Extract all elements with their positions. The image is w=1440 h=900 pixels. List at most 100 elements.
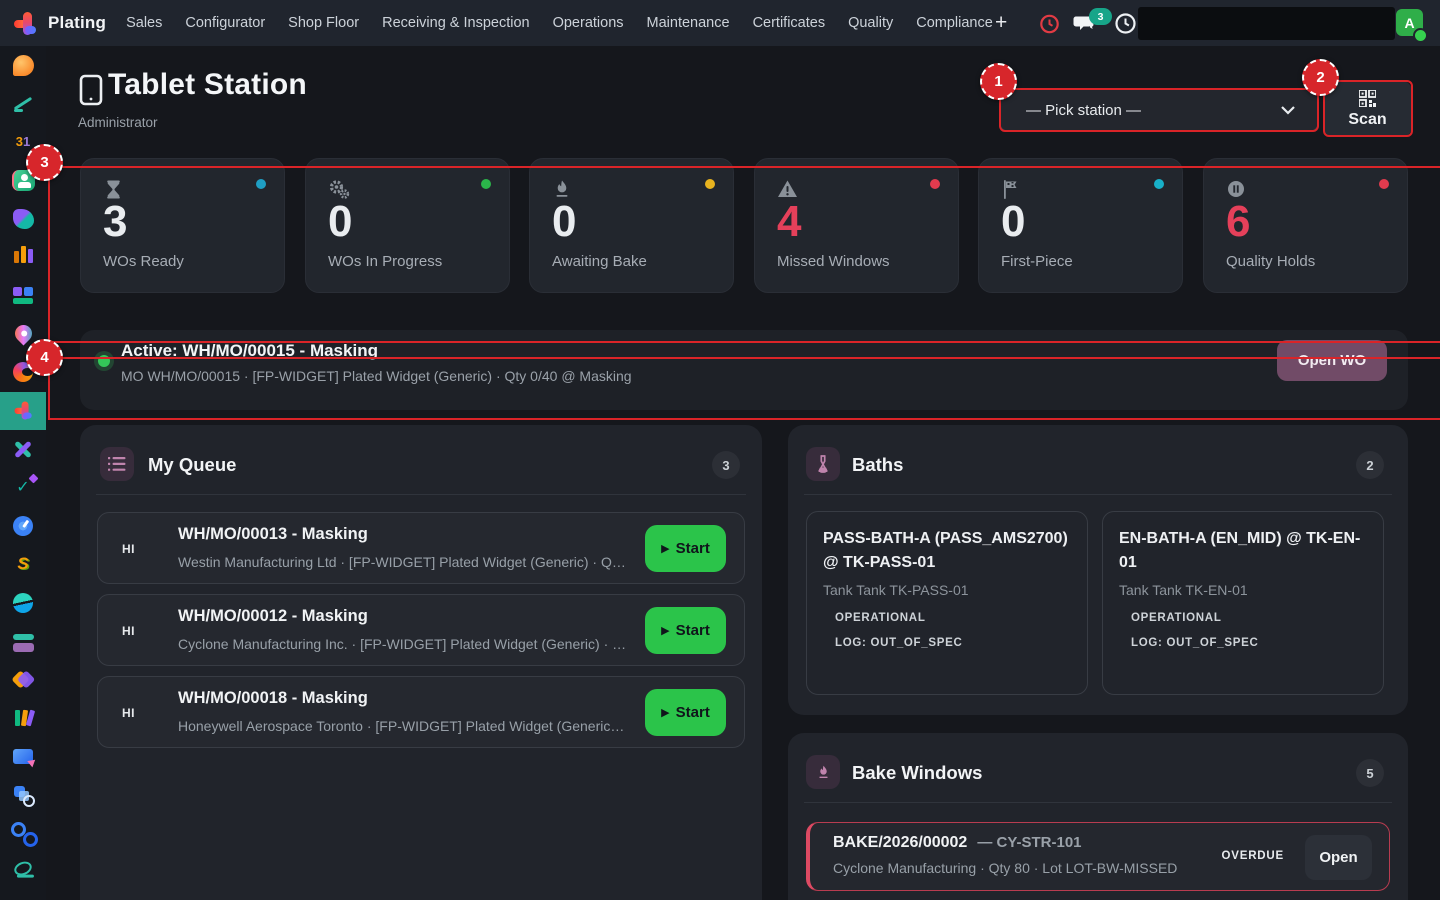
bath-log: LOG: OUT_OF_SPEC <box>1131 637 1367 649</box>
kpi-label: WOs Ready <box>103 253 184 270</box>
sidebar-app-maintenance-icon[interactable] <box>0 814 46 852</box>
bath-card-pass-bath-a[interactable]: PASS-BATH-A (PASS_AMS2700) @ TK-PASS-01 … <box>806 511 1088 695</box>
start-button[interactable]: ▶Start <box>645 525 726 572</box>
timesheet-timer-icon[interactable] <box>1038 0 1061 46</box>
sidebar-app-expenses-icon[interactable] <box>0 430 46 468</box>
sidebar-app-project-icon[interactable]: ✓ <box>0 468 46 506</box>
status-dot <box>1379 179 1389 189</box>
sidebar-app-purchase-icon[interactable] <box>0 622 46 660</box>
nav-item-quality[interactable]: Quality <box>848 15 893 31</box>
scan-button[interactable]: Scan <box>1323 81 1412 137</box>
nav-item-operations[interactable]: Operations <box>553 15 624 31</box>
sidebar-app-quality-icon[interactable] <box>0 775 46 813</box>
kpi-card-awaiting-bake: 0 Awaiting Bake <box>529 158 734 293</box>
queue-count-badge: 3 <box>712 451 740 479</box>
tablet-icon <box>79 74 103 106</box>
bake-row-overdue[interactable]: BAKE/2026/00002— CY-STR-101 Cyclone Manu… <box>806 822 1390 891</box>
kpi-label: Quality Holds <box>1226 253 1315 270</box>
priority-badge: HI <box>122 706 135 720</box>
status-dot <box>256 179 266 189</box>
sidebar-app-timesheets-icon[interactable] <box>0 507 46 545</box>
status-dot <box>1154 179 1164 189</box>
status-dot <box>930 179 940 189</box>
sidebar-app-discuss-icon[interactable] <box>0 46 46 84</box>
priority-badge: HI <box>122 542 135 556</box>
bath-status: OPERATIONAL <box>835 612 1071 624</box>
queue-item-title: WH/MO/00012 - Masking <box>178 607 368 626</box>
page-title: Tablet Station <box>108 68 307 102</box>
queue-item-title: WH/MO/00018 - Masking <box>178 689 368 708</box>
bake-windows-panel: Bake Windows 5 BAKE/2026/00002— CY-STR-1… <box>788 733 1408 900</box>
status-dot <box>705 179 715 189</box>
status-dot <box>481 179 491 189</box>
kpi-card-quality-holds: 6 Quality Holds <box>1203 158 1408 293</box>
kpi-value: 0 <box>1001 197 1025 247</box>
bake-window-flame-icon <box>806 755 840 789</box>
overdue-badge: OVERDUE <box>1222 850 1284 862</box>
nav-item-sales[interactable]: Sales <box>126 15 162 31</box>
sidebar-app-knowledge-icon[interactable] <box>0 699 46 737</box>
add-menu-icon[interactable]: + <box>995 0 1007 46</box>
kpi-label: WOs In Progress <box>328 253 442 270</box>
queue-item-wo-00013[interactable]: HI WH/MO/00013 - Masking Westin Manufact… <box>97 512 745 584</box>
active-wo-title: Active: WH/MO/00015 - Masking <box>121 341 378 361</box>
priority-badge: HI <box>122 624 135 638</box>
station-picker-value: — Pick station — <box>1026 102 1141 119</box>
pause-circle-icon <box>1226 179 1246 199</box>
queue-panel-title: My Queue <box>148 454 236 476</box>
kpi-label: Awaiting Bake <box>552 253 647 270</box>
sidebar-app-presentation-icon[interactable] <box>0 737 46 775</box>
baths-panel-title: Baths <box>852 454 903 476</box>
active-wo-subtitle: MO WH/MO/00015 · [FP-WIDGET] Plated Widg… <box>121 368 632 384</box>
kpi-card-wos-in-progress: 0 WOs In Progress <box>305 158 510 293</box>
divider <box>96 494 746 495</box>
sidebar-app-apps-icon[interactable] <box>0 276 46 314</box>
sidebar-app-crm-icon[interactable] <box>0 200 46 238</box>
bath-status: OPERATIONAL <box>1131 612 1367 624</box>
bath-tank: Tank Tank TK-EN-01 <box>1119 582 1367 598</box>
sidebar-app-sales-icon[interactable]: S <box>0 545 46 583</box>
queue-item-wo-00012[interactable]: HI WH/MO/00012 - Masking Cyclone Manufac… <box>97 594 745 666</box>
sidebar-app-analytics-icon[interactable] <box>0 238 46 276</box>
online-status-dot <box>1413 28 1428 43</box>
kpi-value: 4 <box>777 197 801 247</box>
messages-icon[interactable]: 3 <box>1071 0 1097 46</box>
open-bake-button[interactable]: Open <box>1305 835 1372 880</box>
station-picker-select[interactable]: — Pick station — <box>999 88 1319 132</box>
bake-subtitle: Cyclone Manufacturing · Qty 80 · Lot LOT… <box>833 860 1177 876</box>
flask-icon <box>806 447 840 481</box>
nav-item-shop-floor[interactable]: Shop Floor <box>288 15 359 31</box>
sidebar-app-sign-icon[interactable] <box>0 852 46 890</box>
annotation-marker-4: 4 <box>26 339 63 376</box>
start-button[interactable]: ▶Start <box>645 689 726 736</box>
queue-item-subtitle: Honeywell Aerospace Toronto · [FP-WIDGET… <box>178 718 624 734</box>
app-home[interactable]: Plating <box>12 10 106 37</box>
nav-search-input[interactable] <box>1138 7 1395 40</box>
bake-variant: — CY-STR-101 <box>977 834 1081 851</box>
sidebar-app-todo-icon[interactable] <box>0 84 46 122</box>
open-wo-button[interactable]: Open WO <box>1277 340 1387 381</box>
divider <box>804 802 1392 803</box>
bake-count-badge: 5 <box>1356 759 1384 787</box>
bath-card-en-bath-a[interactable]: EN-BATH-A (EN_MID) @ TK-EN-01 Tank Tank … <box>1102 511 1384 695</box>
nav-item-receiving-inspection[interactable]: Receiving & Inspection <box>382 15 530 31</box>
queue-list-icon <box>100 447 134 481</box>
sidebar-app-plating-icon[interactable] <box>0 392 46 430</box>
activities-clock-icon[interactable] <box>1114 0 1137 46</box>
sidebar-app-inventory-icon[interactable] <box>0 583 46 621</box>
active-status-dot <box>94 351 114 371</box>
queue-item-subtitle: Westin Manufacturing Ltd · [FP-WIDGET] P… <box>178 554 626 570</box>
bath-title: PASS-BATH-A (PASS_AMS2700) @ TK-PASS-01 <box>823 527 1071 575</box>
nav-item-certificates[interactable]: Certificates <box>753 15 826 31</box>
play-icon: ▶ <box>661 706 669 719</box>
warning-icon <box>777 179 798 199</box>
nav-item-configurator[interactable]: Configurator <box>185 15 265 31</box>
nav-item-maintenance[interactable]: Maintenance <box>647 15 730 31</box>
queue-item-wo-00018[interactable]: HI WH/MO/00018 - Masking Honeywell Aeros… <box>97 676 745 748</box>
nav-item-compliance[interactable]: Compliance <box>916 15 993 31</box>
start-button[interactable]: ▶Start <box>645 607 726 654</box>
sidebar-app-manufacturing-icon[interactable] <box>0 660 46 698</box>
annotation-marker-2: 2 <box>1302 59 1339 96</box>
sidebar-app-more-icon[interactable] <box>0 891 46 900</box>
play-icon: ▶ <box>661 542 669 555</box>
